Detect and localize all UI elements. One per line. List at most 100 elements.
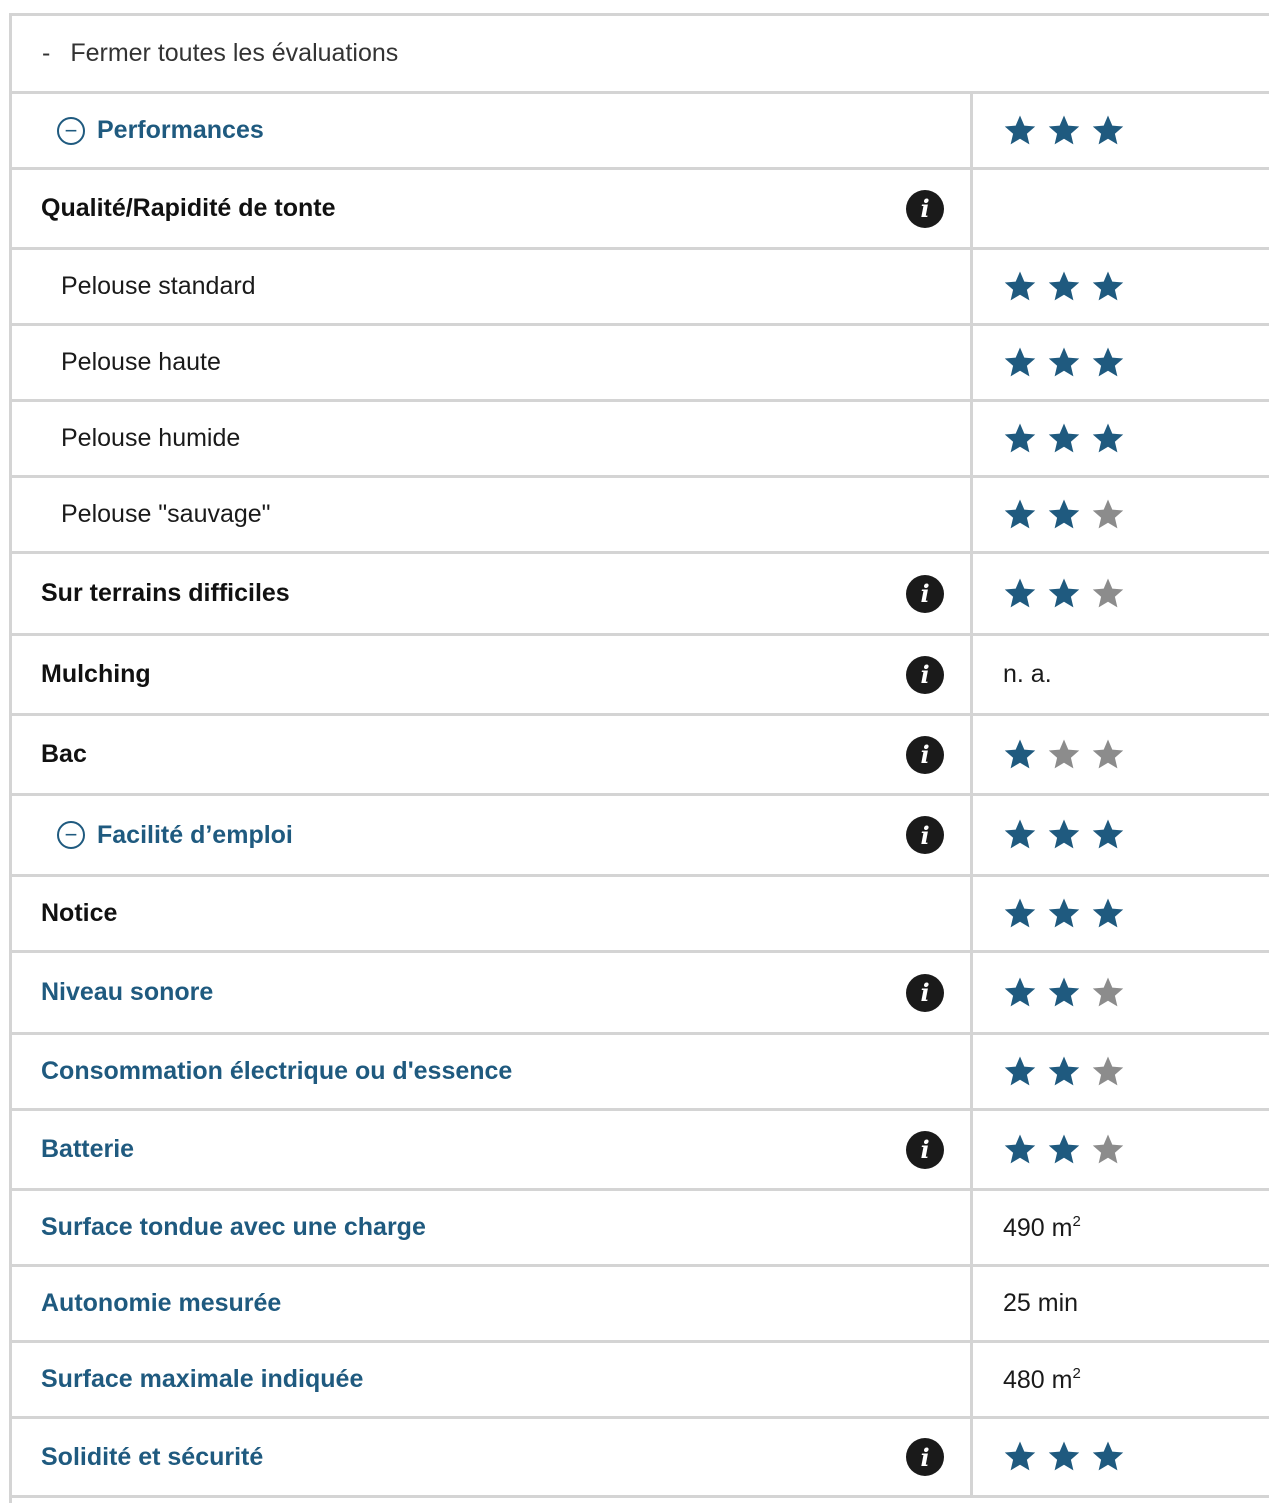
star-filled-icon	[1003, 346, 1037, 380]
rating-row-sur-terrains-difficiles: Sur terrains difficiles i	[12, 554, 1269, 636]
star-empty-icon	[1091, 1133, 1125, 1167]
star-filled-icon	[1003, 114, 1037, 148]
criterion-label: Mulching	[41, 660, 151, 688]
star-filled-icon	[1003, 897, 1037, 931]
criterion-cell: Surface tondue avec une charge	[12, 1191, 973, 1264]
minus-circle-icon[interactable]: −	[57, 821, 85, 849]
criterion-label[interactable]: Solidité et sécurité	[41, 1443, 263, 1472]
minus-circle-icon[interactable]: −	[57, 116, 85, 145]
score-cell	[973, 1111, 1269, 1188]
collapse-dash: -	[42, 39, 51, 67]
criterion-cell: Autonomie mesurée	[12, 1267, 973, 1340]
criterion-label[interactable]: Batterie	[41, 1135, 134, 1164]
star-empty-icon	[1091, 498, 1125, 532]
star-filled-icon	[1091, 818, 1125, 852]
rating-row-consommation-electrique-ou-d-essence[interactable]: Consommation électrique ou d'essence	[12, 1035, 1269, 1111]
criterion-label[interactable]: Surface tondue avec une charge	[41, 1213, 426, 1242]
star-filled-icon	[1003, 498, 1037, 532]
score-value: 490 m2	[1003, 1213, 1081, 1243]
star-rating	[1003, 738, 1125, 772]
score-cell	[973, 170, 1269, 247]
info-icon[interactable]: i	[906, 574, 944, 613]
criterion-cell: Consommation électrique ou d'essence	[12, 1035, 973, 1108]
score-cell	[973, 953, 1269, 1032]
star-empty-icon	[1091, 577, 1125, 611]
star-rating	[1003, 1055, 1125, 1089]
criterion-label: Pelouse humide	[61, 424, 241, 452]
criterion-label[interactable]: Consommation électrique ou d'essence	[41, 1057, 512, 1086]
criterion-cell: Bac i	[12, 716, 973, 793]
star-rating	[1003, 577, 1125, 611]
rating-row-mulching: Mulching i n. a.	[12, 636, 1269, 716]
score-value-text: 480 m	[1003, 1365, 1073, 1394]
star-filled-icon	[1091, 346, 1125, 380]
score-cell	[973, 796, 1269, 874]
criterion-cell: Pelouse standard	[12, 250, 973, 323]
score-cell	[973, 877, 1269, 950]
score-cell: 480 m2	[973, 1343, 1269, 1416]
score-cell	[973, 326, 1269, 399]
rating-row-pelouse-humide: Pelouse humide	[12, 402, 1269, 478]
star-rating	[1003, 422, 1125, 456]
star-filled-icon	[1003, 1055, 1037, 1089]
star-rating	[1003, 976, 1125, 1010]
rating-row-bac: Bac i	[12, 716, 1269, 796]
criterion-label: Notice	[41, 899, 118, 927]
star-filled-icon	[1047, 422, 1081, 456]
info-icon[interactable]: i	[906, 735, 944, 774]
score-cell	[973, 554, 1269, 633]
info-icon[interactable]: i	[906, 1438, 944, 1476]
star-filled-icon	[1091, 422, 1125, 456]
rating-row-surface-tondue-avec-une-charge[interactable]: Surface tondue avec une charge 490 m2	[12, 1191, 1269, 1267]
rating-row-autonomie-mesuree[interactable]: Autonomie mesurée 25 min	[12, 1267, 1269, 1343]
info-icon[interactable]: i	[906, 1130, 944, 1169]
rating-row-performances[interactable]: − Performances	[12, 94, 1269, 170]
info-icon[interactable]: i	[906, 189, 944, 228]
criterion-label[interactable]: Surface maximale indiquée	[41, 1365, 363, 1394]
rating-row-surface-maximale-indiquee[interactable]: Surface maximale indiquée 480 m2	[12, 1343, 1269, 1419]
score-value: 480 m2	[1003, 1365, 1081, 1395]
criterion-cell: Mulching i	[12, 636, 973, 713]
star-filled-icon	[1047, 818, 1081, 852]
info-icon[interactable]: i	[906, 816, 944, 854]
score-cell	[973, 1035, 1269, 1108]
star-filled-icon	[1003, 1440, 1037, 1474]
criterion-label[interactable]: Niveau sonore	[41, 978, 213, 1007]
criterion-label[interactable]: Autonomie mesurée	[41, 1289, 281, 1318]
star-empty-icon	[1091, 1055, 1125, 1089]
score-value: 25 min	[1003, 1289, 1078, 1318]
ratings-panel: - Fermer toutes les évaluations − Perform…	[9, 13, 1269, 1503]
rating-row-facilite-d-emploi[interactable]: − Facilité d’emploi i	[12, 796, 1269, 877]
rating-row-solidite-et-securite[interactable]: Solidité et sécurité i	[12, 1419, 1269, 1498]
star-filled-icon	[1091, 114, 1125, 148]
criterion-label: Pelouse haute	[61, 348, 221, 376]
criterion-cell: Qualité/Rapidité de tonte i	[12, 170, 973, 247]
criterion-label[interactable]: Facilité d’emploi	[97, 821, 293, 850]
criterion-label[interactable]: Performances	[97, 116, 264, 145]
rating-row-niveau-sonore[interactable]: Niveau sonore i	[12, 953, 1269, 1035]
star-filled-icon	[1003, 738, 1037, 772]
criterion-label: Pelouse standard	[61, 272, 256, 300]
rating-row-notice: Notice	[12, 877, 1269, 953]
star-filled-icon	[1003, 1133, 1037, 1167]
star-rating	[1003, 114, 1125, 148]
rating-row-qualite-rapidite-de-tonte: Qualité/Rapidité de tonte i	[12, 170, 1269, 250]
ratings-table: − Performances Qualité/Rapidité de tonte i P…	[12, 94, 1269, 1498]
star-filled-icon	[1047, 1133, 1081, 1167]
rating-row-pelouse-sauvage: Pelouse "sauvage"	[12, 478, 1269, 554]
star-rating	[1003, 1133, 1125, 1167]
criterion-cell: Solidité et sécurité i	[12, 1419, 973, 1495]
star-filled-icon	[1003, 577, 1037, 611]
criterion-cell: − Facilité d’emploi i	[12, 796, 973, 874]
star-empty-icon	[1091, 738, 1125, 772]
star-filled-icon	[1047, 1055, 1081, 1089]
info-icon[interactable]: i	[906, 973, 944, 1012]
star-filled-icon	[1047, 577, 1081, 611]
star-rating	[1003, 1440, 1125, 1474]
info-icon[interactable]: i	[906, 655, 944, 694]
score-cell	[973, 250, 1269, 323]
rating-row-batterie[interactable]: Batterie i	[12, 1111, 1269, 1191]
criterion-label: Bac	[41, 740, 87, 768]
rating-row-pelouse-haute: Pelouse haute	[12, 326, 1269, 402]
close-all-toggle[interactable]: - Fermer toutes les évaluations	[12, 16, 1269, 94]
